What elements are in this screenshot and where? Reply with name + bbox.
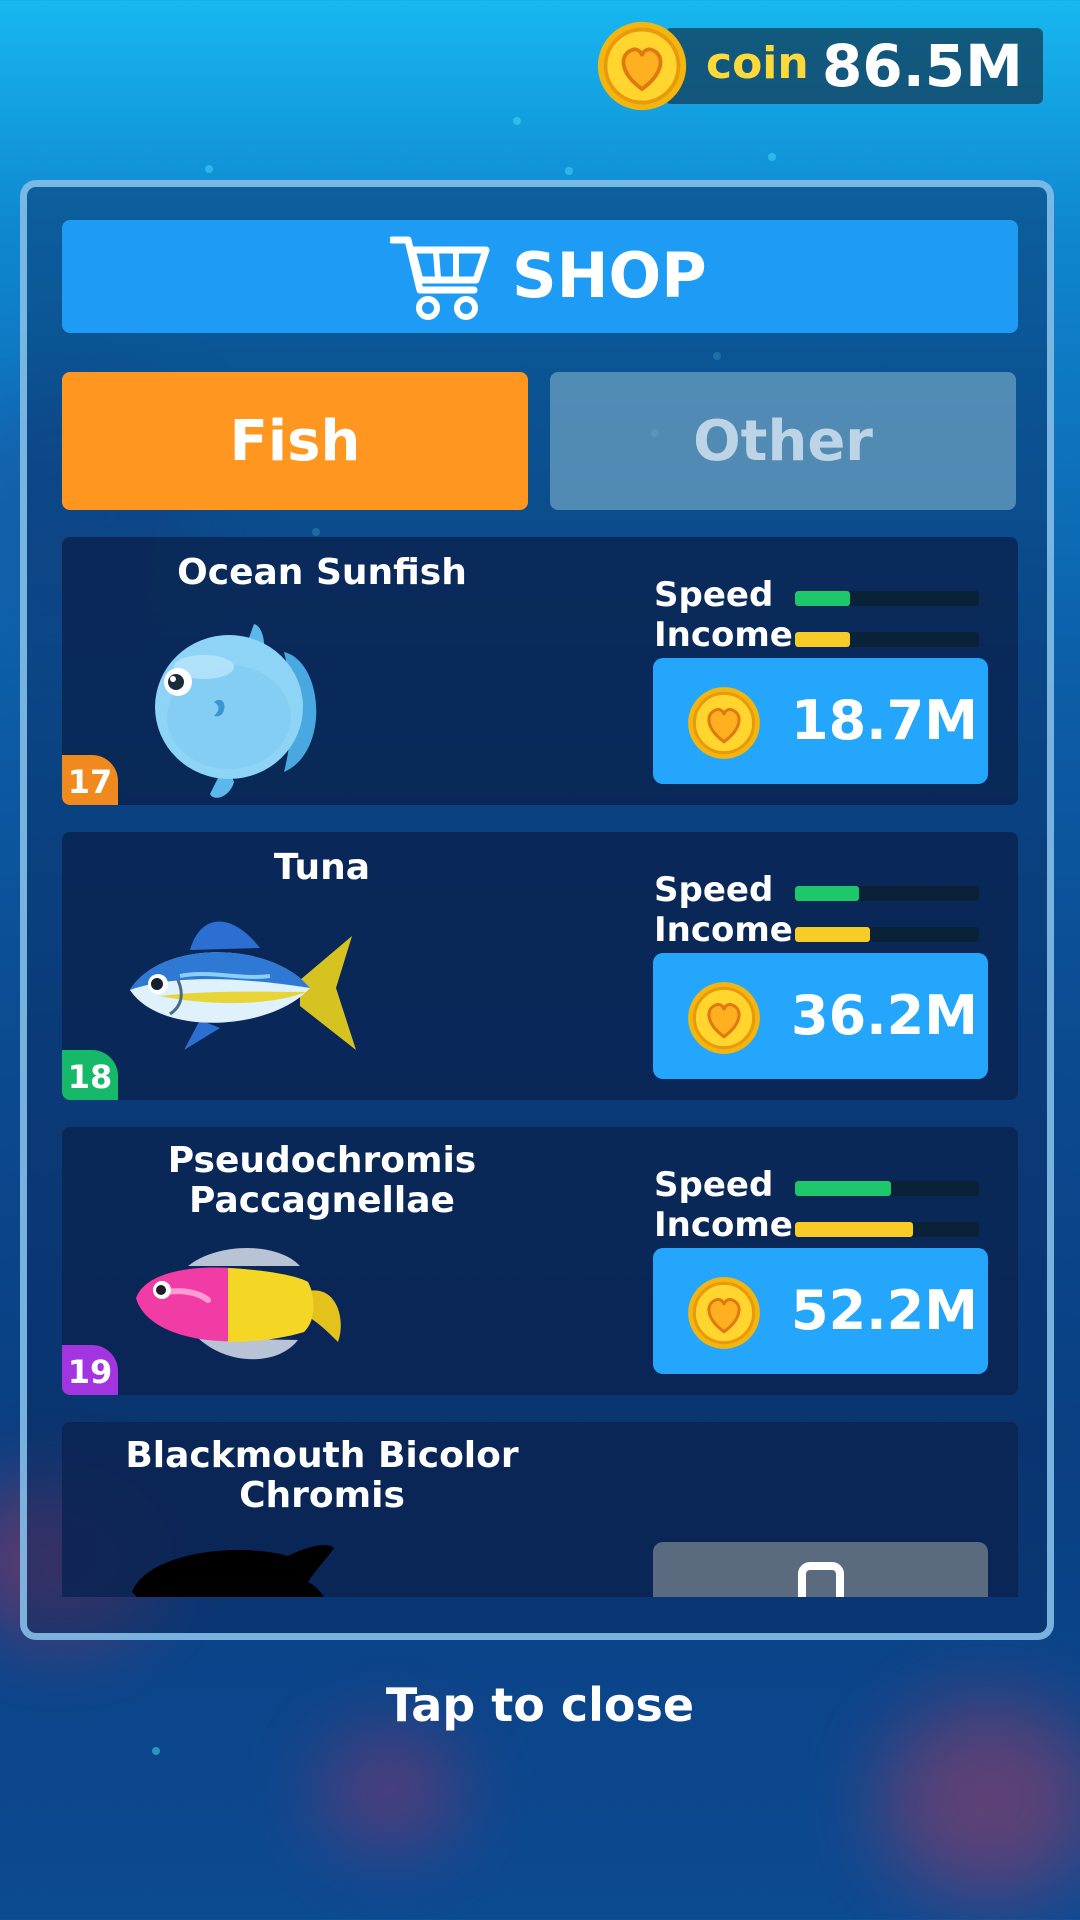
speed-label: Speed [654, 575, 774, 615]
income-bar-fill [795, 632, 851, 647]
fish-name: Tuna [273, 847, 371, 888]
lock-icon [798, 1562, 844, 1597]
shop-title: SHOP [512, 239, 707, 312]
price-label: 52.2M [791, 1279, 978, 1342]
speed-label: Speed [654, 1165, 774, 1205]
speed-bar [795, 886, 979, 901]
speed-label: Speed [654, 870, 774, 910]
bubble-particle [768, 153, 776, 161]
level-badge: 18 [62, 1050, 118, 1100]
coin-label: coin [706, 38, 809, 89]
fish-card-ocean-sunfish: Ocean Sunfish 17 Speed Income 18.7M [62, 537, 1018, 805]
income-label: Income [654, 615, 793, 655]
buy-button[interactable]: 18.7M [653, 658, 988, 784]
pseudochromis-image [136, 1248, 341, 1360]
speed-bar-fill [795, 1181, 891, 1196]
ocean-sunfish-image [155, 624, 317, 798]
speed-bar-fill [795, 886, 860, 901]
shopping-cart-icon [390, 236, 490, 320]
bubble-particle [152, 1747, 160, 1755]
level-badge: 19 [62, 1345, 118, 1395]
tuna-image [130, 921, 356, 1050]
locked-fish-silhouette [132, 1545, 334, 1597]
coin-icon [688, 687, 760, 759]
level-badge: 17 [62, 755, 118, 805]
locked-button[interactable] [653, 1542, 988, 1597]
price-label: 36.2M [791, 984, 978, 1047]
tab-fish[interactable]: Fish [62, 372, 528, 510]
fish-name: Blackmouth Bicolor Chromis [125, 1435, 519, 1516]
coin-icon [688, 1277, 760, 1349]
coin-amount: 86.5M [822, 32, 1023, 100]
tap-to-close-text[interactable]: Tap to close [0, 1670, 1080, 1740]
fish-name: Ocean Sunfish [177, 552, 467, 593]
income-bar [795, 927, 979, 942]
fish-name: Pseudochromis Paccagnellae [167, 1140, 477, 1221]
income-label: Income [654, 910, 793, 950]
coin-icon [597, 21, 687, 111]
income-bar [795, 632, 979, 647]
income-label: Income [654, 1205, 793, 1245]
bubble-particle [513, 117, 521, 125]
buy-button[interactable]: 36.2M [653, 953, 988, 1079]
fish-list[interactable]: Ocean Sunfish 17 Speed Income 18.7M Tuna… [62, 537, 1018, 1597]
tab-other[interactable]: Other [550, 372, 1016, 510]
bubble-particle [565, 167, 573, 175]
speed-bar [795, 1181, 979, 1196]
speed-bar-fill [795, 591, 851, 606]
price-label: 18.7M [791, 689, 978, 752]
income-bar-fill [795, 1222, 913, 1237]
fish-card-blackmouth-bicolor-chromis: Blackmouth Bicolor Chromis [62, 1422, 1018, 1597]
income-bar [795, 1222, 979, 1237]
fish-card-pseudochromis: Pseudochromis Paccagnellae 19 Speed Inco… [62, 1127, 1018, 1395]
coin-icon [688, 982, 760, 1054]
speed-bar [795, 591, 979, 606]
background-bokeh [320, 1730, 460, 1850]
fish-card-tuna: Tuna 18 Speed Income 36.2M [62, 832, 1018, 1100]
income-bar-fill [795, 927, 871, 942]
bubble-particle [205, 165, 213, 173]
buy-button[interactable]: 52.2M [653, 1248, 988, 1374]
